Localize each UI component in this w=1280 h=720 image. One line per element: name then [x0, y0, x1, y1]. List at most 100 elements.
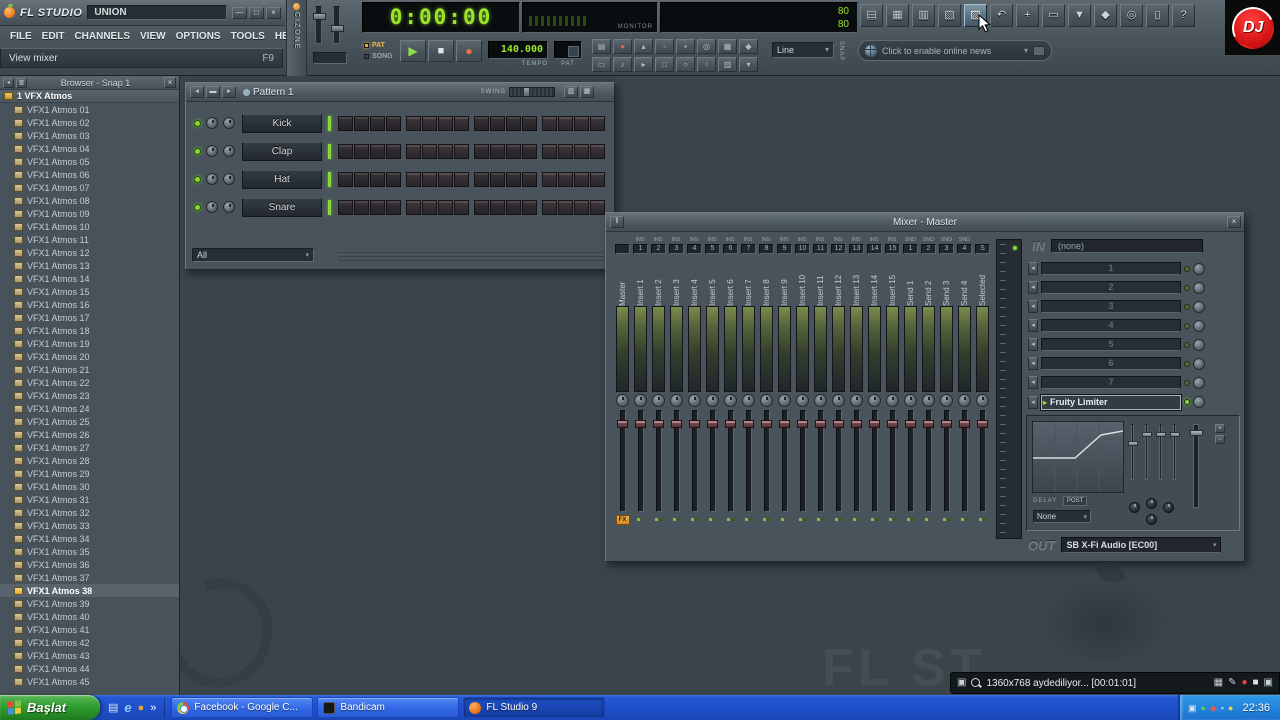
- slider-handle[interactable]: [1128, 441, 1138, 446]
- pat-song-switch[interactable]: PAT SONG: [364, 40, 398, 62]
- clock[interactable]: 22:36: [1238, 702, 1270, 714]
- list-item[interactable]: VFX1 Atmos 07: [0, 181, 179, 194]
- pan-knob[interactable]: [206, 201, 218, 213]
- mixer-strip-insert-9[interactable]: INS 9 Insert 9: [776, 237, 793, 525]
- maximize-button[interactable]: □: [249, 6, 264, 19]
- step-cell[interactable]: [590, 199, 605, 215]
- effect-slot-1[interactable]: ◂ 1: [1026, 259, 1240, 278]
- camera-button[interactable]: ▣: [1264, 673, 1273, 693]
- fader-handle[interactable]: [653, 420, 664, 428]
- close-button[interactable]: ×: [266, 6, 281, 19]
- attack-slider[interactable]: [1156, 424, 1166, 480]
- fader-handle[interactable]: [743, 420, 754, 428]
- step-cell[interactable]: [370, 171, 385, 187]
- shuffle-box[interactable]: [313, 52, 347, 64]
- effect-slot-selected[interactable]: ◂ Fruity Limiter: [1026, 393, 1240, 411]
- mixer-strip-send-3[interactable]: SND 3 Send 3: [938, 237, 955, 525]
- slot-number[interactable]: 1: [1041, 262, 1181, 275]
- strip-fader[interactable]: [776, 408, 793, 514]
- strip-pan-knob[interactable]: [778, 394, 791, 407]
- strip-pan-knob[interactable]: [706, 394, 719, 407]
- slot-options-icon[interactable]: ◂: [1028, 262, 1038, 275]
- strip-fader[interactable]: [866, 408, 883, 514]
- mixer-strip-insert-10[interactable]: INS 10 Insert 10: [794, 237, 811, 525]
- monitor-display[interactable]: MONITOR: [522, 2, 658, 33]
- list-item[interactable]: VFX1 Atmos 14: [0, 272, 179, 285]
- sustain-knob[interactable]: [1146, 514, 1157, 525]
- pattern-selector-display[interactable]: [554, 41, 582, 59]
- tray-shield-icon[interactable]: ●: [1200, 698, 1205, 718]
- magnifier-icon[interactable]: [971, 678, 981, 688]
- app-titlebar[interactable]: FL STUDIO UNION — □ ×: [0, 0, 285, 26]
- list-item[interactable]: VFX1 Atmos 45: [0, 675, 179, 688]
- slot-mix-knob[interactable]: [1193, 300, 1205, 313]
- step-cell[interactable]: [438, 199, 453, 215]
- marker-icon[interactable]: ▫: [697, 57, 716, 72]
- start-button[interactable]: Başlat: [0, 695, 100, 720]
- slot-options-icon[interactable]: ◂: [1028, 300, 1038, 313]
- strip-fader[interactable]: [812, 408, 829, 514]
- tray-display-icon[interactable]: ▣: [1188, 698, 1197, 718]
- list-item[interactable]: VFX1 Atmos 37: [0, 571, 179, 584]
- list-item[interactable]: VFX1 Atmos 36: [0, 558, 179, 571]
- fader-handle[interactable]: [707, 420, 718, 428]
- strip-fader[interactable]: [758, 408, 775, 514]
- overdub-icon[interactable]: ▭: [592, 57, 611, 72]
- pattern-titlebar[interactable]: ◂ ▬ ▸ Pattern 1 SWING ▥ ▦: [186, 83, 614, 102]
- mixer-strip-send-4[interactable]: SND 4 Send 4: [956, 237, 973, 525]
- list-item[interactable]: VFX1 Atmos 44: [0, 662, 179, 675]
- list-item[interactable]: VFX1 Atmos 25: [0, 415, 179, 428]
- strip-pan-knob[interactable]: [688, 394, 701, 407]
- list-item[interactable]: VFX1 Atmos 39: [0, 597, 179, 610]
- slot-mix-knob[interactable]: [1193, 319, 1205, 332]
- countdown-icon[interactable]: ●: [613, 39, 632, 54]
- mixer-strip-insert-11[interactable]: INS 11 Insert 11: [812, 237, 829, 525]
- threshold-knob[interactable]: [1146, 498, 1157, 509]
- step-cell[interactable]: [574, 171, 589, 187]
- saturation-slider[interactable]: [1142, 424, 1152, 480]
- slider-handle[interactable]: [1170, 432, 1180, 437]
- strip-pan-knob[interactable]: [652, 394, 665, 407]
- mixer-strip-insert-13[interactable]: INS 13 Insert 13: [848, 237, 865, 525]
- step-cell[interactable]: [542, 143, 557, 159]
- graph-editor-button[interactable]: ▥: [564, 86, 578, 98]
- step-cell[interactable]: [386, 171, 401, 187]
- step-cell[interactable]: [574, 115, 589, 131]
- list-item[interactable]: VFX1 Atmos 43: [0, 649, 179, 662]
- release-slider[interactable]: [1170, 424, 1180, 480]
- slot-options-icon[interactable]: ◂: [1028, 357, 1038, 370]
- browser-root-folder[interactable]: 1 VFX Atmos: [0, 90, 179, 103]
- slot-enable-led[interactable]: [1184, 284, 1190, 291]
- slot-mix-knob[interactable]: [1193, 338, 1205, 351]
- strip-fader[interactable]: [614, 408, 631, 514]
- playlist-button[interactable]: ▤: [860, 4, 883, 27]
- list-item[interactable]: VFX1 Atmos 40: [0, 610, 179, 623]
- pan-knob[interactable]: [206, 173, 218, 185]
- menu-item-channels[interactable]: CHANNELS: [70, 30, 134, 43]
- step-cell[interactable]: [522, 143, 537, 159]
- fader-handle[interactable]: [779, 420, 790, 428]
- channel-button-hat[interactable]: Hat: [242, 169, 322, 189]
- list-item[interactable]: VFX1 Atmos 42: [0, 636, 179, 649]
- list-item[interactable]: VFX1 Atmos 11: [0, 233, 179, 246]
- close-icon[interactable]: ×: [164, 77, 176, 88]
- step-cell[interactable]: [542, 171, 557, 187]
- list-item[interactable]: VFX1 Atmos 01: [0, 103, 179, 116]
- mixer-titlebar[interactable]: ‖ Mixer - Master ×: [606, 213, 1244, 232]
- strip-pan-knob[interactable]: [886, 394, 899, 407]
- strip-pan-knob[interactable]: [724, 394, 737, 407]
- fader-handle[interactable]: [869, 420, 880, 428]
- sidechain-combo[interactable]: None ▾: [1033, 510, 1091, 523]
- step-cell[interactable]: [386, 143, 401, 159]
- step-cell[interactable]: [574, 199, 589, 215]
- strip-pan-knob[interactable]: [976, 394, 989, 407]
- next-pattern-button[interactable]: ▸: [222, 86, 236, 98]
- task-button-fl[interactable]: FL Studio 9: [463, 697, 606, 718]
- online-news-bar[interactable]: Click to enable online news ▾: [858, 40, 1052, 61]
- snap-selector[interactable]: Line ▾: [772, 42, 834, 58]
- effect-slot-4[interactable]: ◂ 4: [1026, 316, 1240, 335]
- list-item[interactable]: VFX1 Atmos 18: [0, 324, 179, 337]
- mixer-strip-send-1[interactable]: SND 1 Send 1: [902, 237, 919, 525]
- minimize-button[interactable]: —: [232, 6, 247, 19]
- slider-handle[interactable]: [1156, 432, 1166, 437]
